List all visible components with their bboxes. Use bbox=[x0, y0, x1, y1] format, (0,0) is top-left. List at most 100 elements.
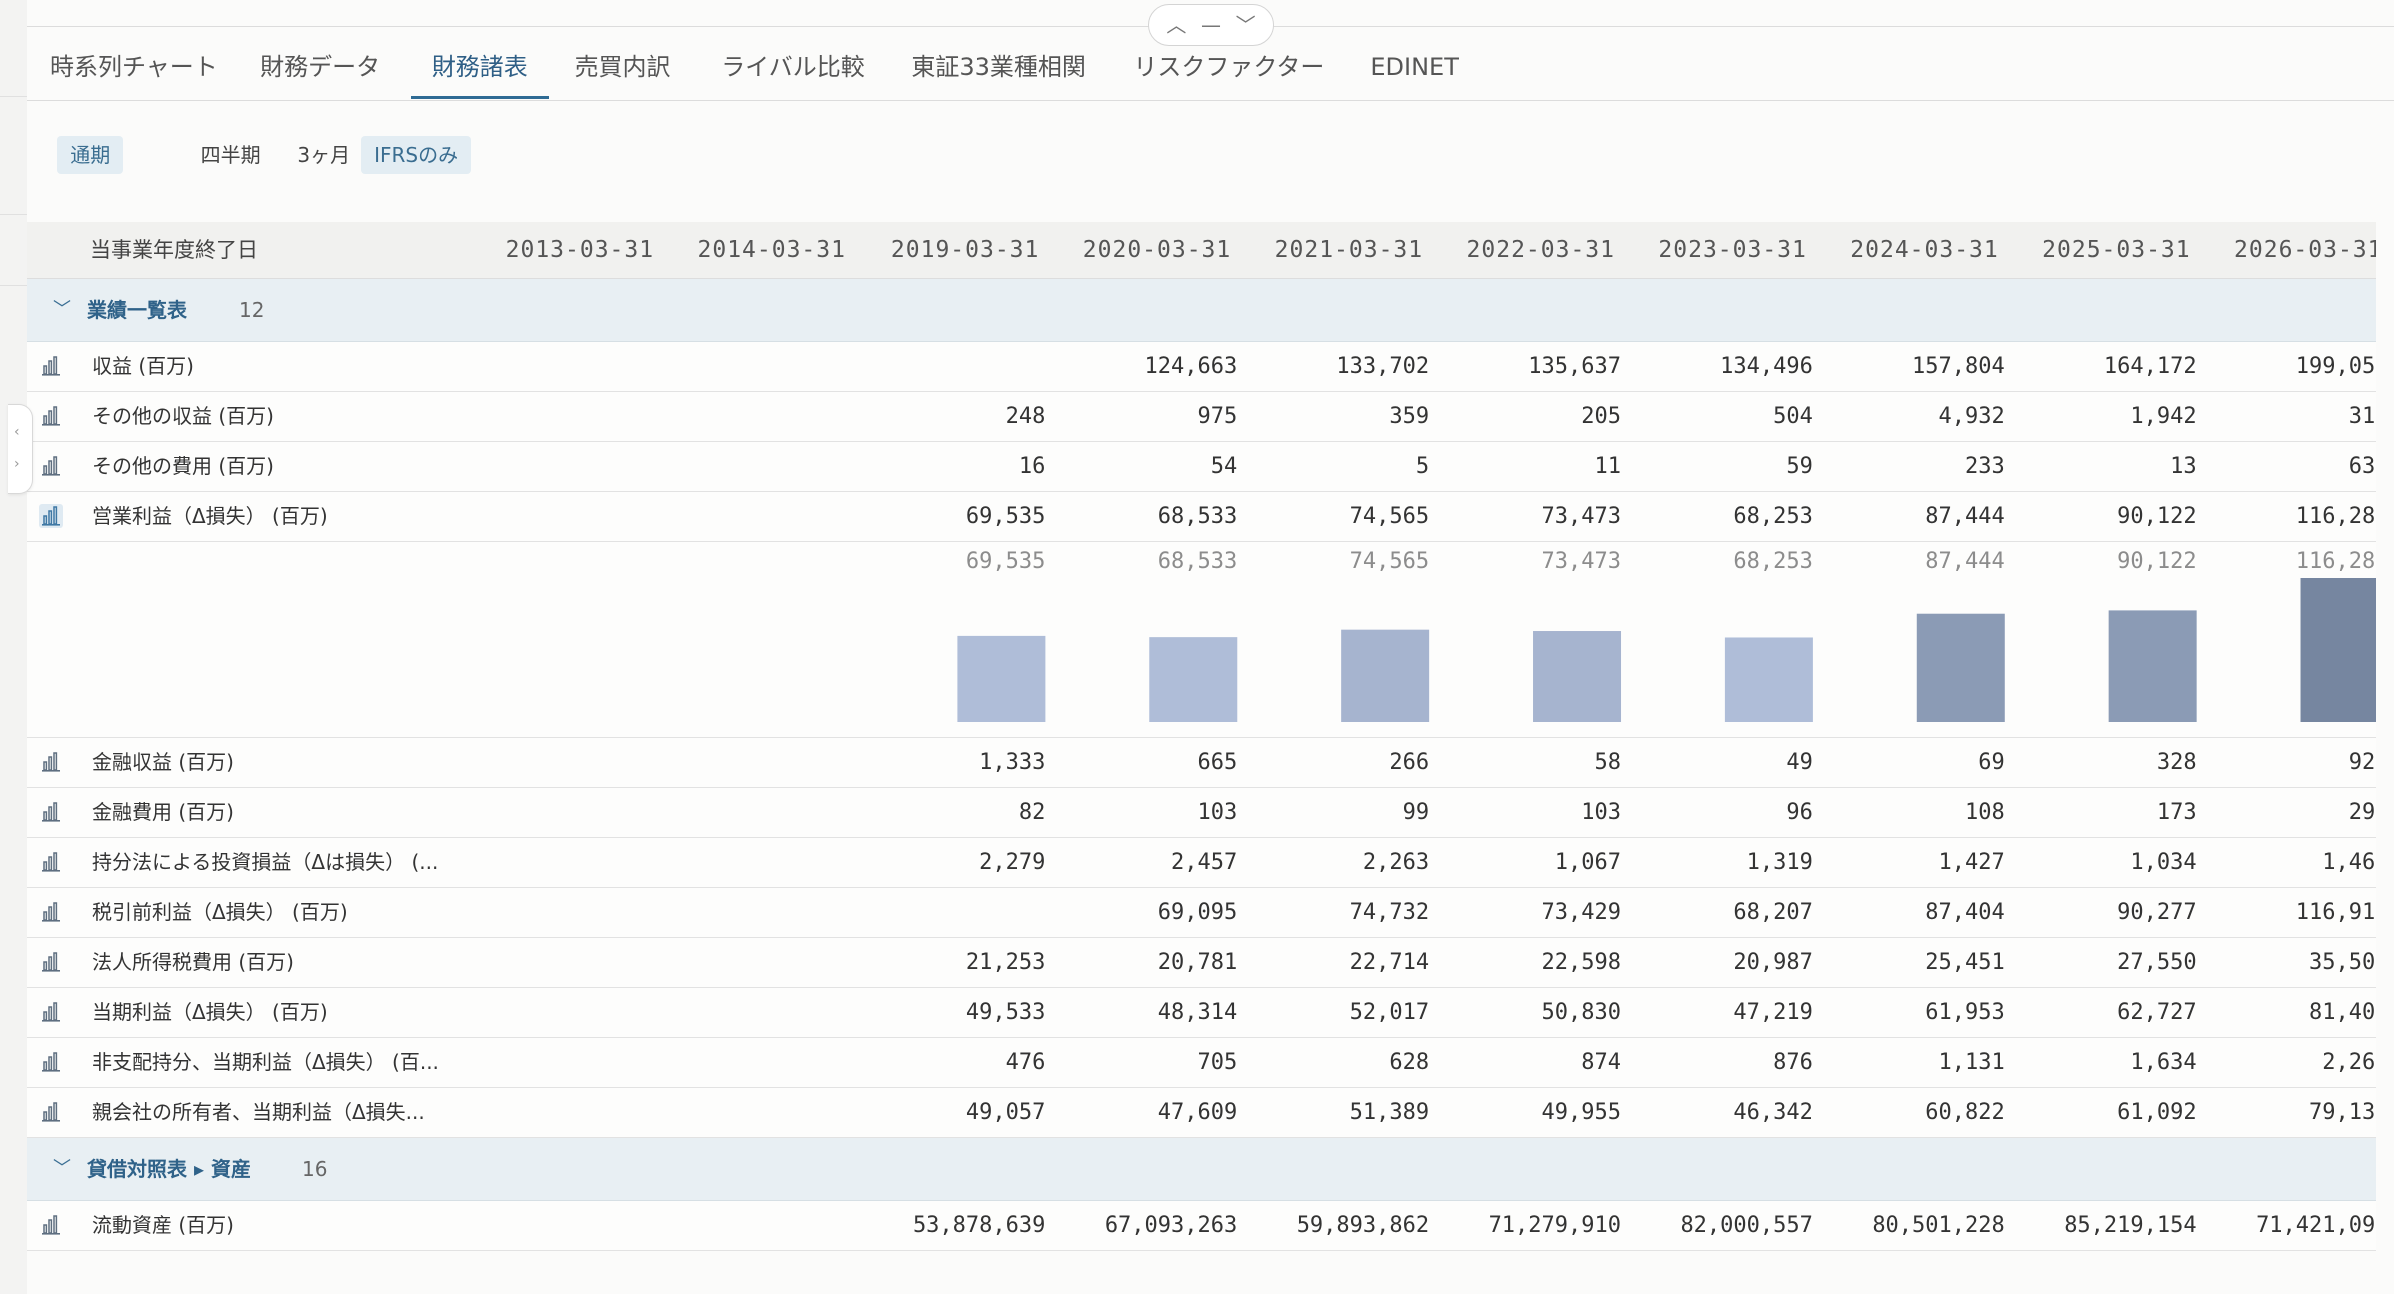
bar-chart-icon[interactable] bbox=[39, 950, 63, 974]
row-label: 営業利益（Δ損失） (百万) bbox=[92, 504, 328, 528]
cell-value: 67,093,263 bbox=[1104, 1213, 1238, 1238]
chevron-down-icon[interactable]: ﹀ bbox=[1236, 15, 1256, 35]
cell-value: 134,496 bbox=[1720, 354, 1813, 379]
filter-chip-0[interactable]: 通期 bbox=[57, 136, 124, 174]
cell-value: 164,172 bbox=[2103, 354, 2197, 379]
bar-2025-03-31[interactable] bbox=[2108, 610, 2197, 722]
bar-2019-03-31[interactable] bbox=[957, 635, 1046, 722]
bar-2023-03-31[interactable] bbox=[1724, 637, 1813, 722]
bar-chart-glyph bbox=[42, 506, 60, 526]
cell-value: 35,509 bbox=[2309, 950, 2376, 975]
tab-6[interactable]: リスクファクター bbox=[1126, 46, 1332, 99]
bar-chart-glyph bbox=[42, 1102, 60, 1122]
year-header: 2014-03-31 bbox=[697, 237, 846, 263]
section-count: 16 bbox=[302, 1157, 328, 1181]
bar-chart-glyph bbox=[42, 752, 60, 772]
bar-2020-03-31[interactable] bbox=[1149, 637, 1238, 722]
bar-chart-icon[interactable] bbox=[39, 504, 63, 528]
bar-chart-icon[interactable] bbox=[39, 1100, 63, 1124]
bar-chart-glyph bbox=[42, 852, 60, 872]
tab-1[interactable]: 財務データ bbox=[257, 46, 383, 99]
tab-4[interactable]: ライバル比較 bbox=[713, 46, 873, 99]
bar-chart-icon[interactable] bbox=[39, 750, 63, 774]
row-label: 収益 (百万) bbox=[92, 354, 194, 378]
cell-value: 49,533 bbox=[965, 1000, 1046, 1025]
cell-value: 248 bbox=[1005, 404, 1046, 429]
cell-value: 61,953 bbox=[1925, 1000, 2005, 1025]
cell-value: 74,565 bbox=[1349, 504, 1430, 529]
cell-value: 108 bbox=[1965, 800, 2005, 825]
bar-chart-icon[interactable] bbox=[39, 354, 63, 378]
cell-value: 359 bbox=[1389, 404, 1430, 429]
bar-2022-03-31[interactable] bbox=[1533, 631, 1622, 722]
bar-chart-glyph bbox=[42, 456, 60, 476]
table-row: 収益 (百万) 124,663 133,702 135,637 134,496 157,8… bbox=[27, 342, 2376, 392]
cell-value: 631 bbox=[2348, 454, 2376, 479]
cell-value: 90,122 bbox=[2117, 504, 2197, 529]
bar-2024-03-31[interactable] bbox=[1916, 613, 2005, 722]
bar-chart-icon[interactable] bbox=[39, 900, 63, 924]
bar-chart-icon[interactable] bbox=[39, 1000, 63, 1024]
chevron-down-icon[interactable]: ﹀ bbox=[53, 279, 71, 341]
tab-bar: 時系列チャート 財務データ 財務諸表 売買内訳 ライバル比較 東証33業種相関 リスクファク… bbox=[27, 46, 2394, 101]
year-header: 2026-03-31 bbox=[2234, 237, 2376, 263]
cell-value: 21,253 bbox=[965, 950, 1046, 975]
tab-3[interactable]: 売買内訳 bbox=[569, 46, 676, 99]
cell-value: 54 bbox=[1210, 454, 1238, 479]
cell-value: 2,457 bbox=[1171, 850, 1238, 875]
header-period-label: 当事業年度終了日 bbox=[90, 238, 258, 262]
chevron-left-icon[interactable]: ‹ bbox=[14, 425, 20, 439]
side-panel-toggle[interactable]: ‹ › bbox=[8, 404, 33, 494]
bar-chart-icon[interactable] bbox=[39, 800, 63, 824]
bar-chart-icon[interactable] bbox=[39, 454, 63, 478]
section-header[interactable]: ﹀ 業績一覧表 12 bbox=[27, 279, 2376, 342]
bar-2021-03-31[interactable] bbox=[1341, 629, 1430, 722]
cell-value: 68,533 bbox=[1157, 504, 1238, 529]
cell-value: 50,830 bbox=[1541, 1000, 1622, 1025]
table-row: 当期利益（Δ損失） (百万) 49,533 48,314 52,017 50,830 47… bbox=[27, 988, 2376, 1038]
bar-chart-icon[interactable] bbox=[39, 1213, 63, 1237]
bar-value-label: 90,122 bbox=[2117, 549, 2196, 574]
filter-chip-2[interactable]: 3ヶ月 bbox=[284, 136, 363, 174]
panel-resize-control[interactable]: ︿ — ﹀ bbox=[1148, 4, 1274, 46]
minimize-icon[interactable]: — bbox=[1201, 15, 1221, 35]
tab-2[interactable]: 財務諸表 bbox=[410, 46, 550, 99]
cell-value: 975 bbox=[1197, 404, 1238, 429]
bar-chart-icon[interactable] bbox=[39, 1050, 63, 1074]
bar-chart-glyph bbox=[42, 406, 60, 426]
table-row: 親会社の所有者、当期利益（Δ損失... 49,057 47,609 51,389 49,… bbox=[27, 1088, 2376, 1138]
cell-value: 59,893,862 bbox=[1296, 1213, 1430, 1238]
section-header[interactable]: ﹀ 貸借対照表 ▸ 資産 16 bbox=[27, 1138, 2376, 1201]
table-row: 金融収益 (百万) 1,333 665 266 58 49 69 328 924 bbox=[27, 738, 2376, 788]
row-label: 金融費用 (百万) bbox=[92, 800, 234, 824]
chevron-right-icon[interactable]: › bbox=[14, 457, 20, 471]
bar-2026-03-31[interactable] bbox=[2300, 578, 2376, 722]
cell-value: 61,092 bbox=[2117, 1100, 2197, 1125]
tab-7[interactable]: EDINET bbox=[1364, 46, 1465, 99]
cell-value: 79,139 bbox=[2309, 1100, 2376, 1125]
cell-value: 135,637 bbox=[1528, 354, 1622, 379]
year-header: 2019-03-31 bbox=[890, 237, 1040, 263]
tab-5[interactable]: 東証33業種相関 bbox=[903, 46, 1093, 99]
year-header: 2024-03-31 bbox=[1850, 237, 1999, 263]
bar-chart-icon[interactable] bbox=[39, 404, 63, 428]
bar-chart: 69,535 68,533 74,565 73,473 68,253 87,444 90,1… bbox=[957, 549, 2376, 722]
filter-chip-3[interactable]: IFRSのみ bbox=[361, 136, 472, 174]
cell-value: 11 bbox=[1594, 454, 1622, 479]
cell-value: 58 bbox=[1594, 750, 1622, 775]
bar-chart-glyph bbox=[42, 902, 60, 922]
bar-chart-icon[interactable] bbox=[39, 850, 63, 874]
cell-value: 1,333 bbox=[979, 750, 1046, 775]
chevron-up-icon[interactable]: ︿ bbox=[1166, 15, 1186, 35]
cell-value: 71,279,910 bbox=[1488, 1213, 1622, 1238]
chevron-down-icon[interactable]: ﹀ bbox=[53, 1138, 71, 1200]
filter-chip-1[interactable]: 四半期 bbox=[188, 136, 274, 174]
cell-value: 68,207 bbox=[1733, 900, 1813, 925]
cell-value: 103 bbox=[1581, 800, 1622, 825]
cell-value: 665 bbox=[1197, 750, 1238, 775]
bar-value-label: 74,565 bbox=[1350, 549, 1429, 574]
cell-value: 1,034 bbox=[2130, 850, 2197, 875]
tab-0[interactable]: 時系列チャート bbox=[50, 46, 218, 99]
cell-value: 46,342 bbox=[1733, 1100, 1813, 1125]
cell-value: 705 bbox=[1197, 1050, 1238, 1075]
